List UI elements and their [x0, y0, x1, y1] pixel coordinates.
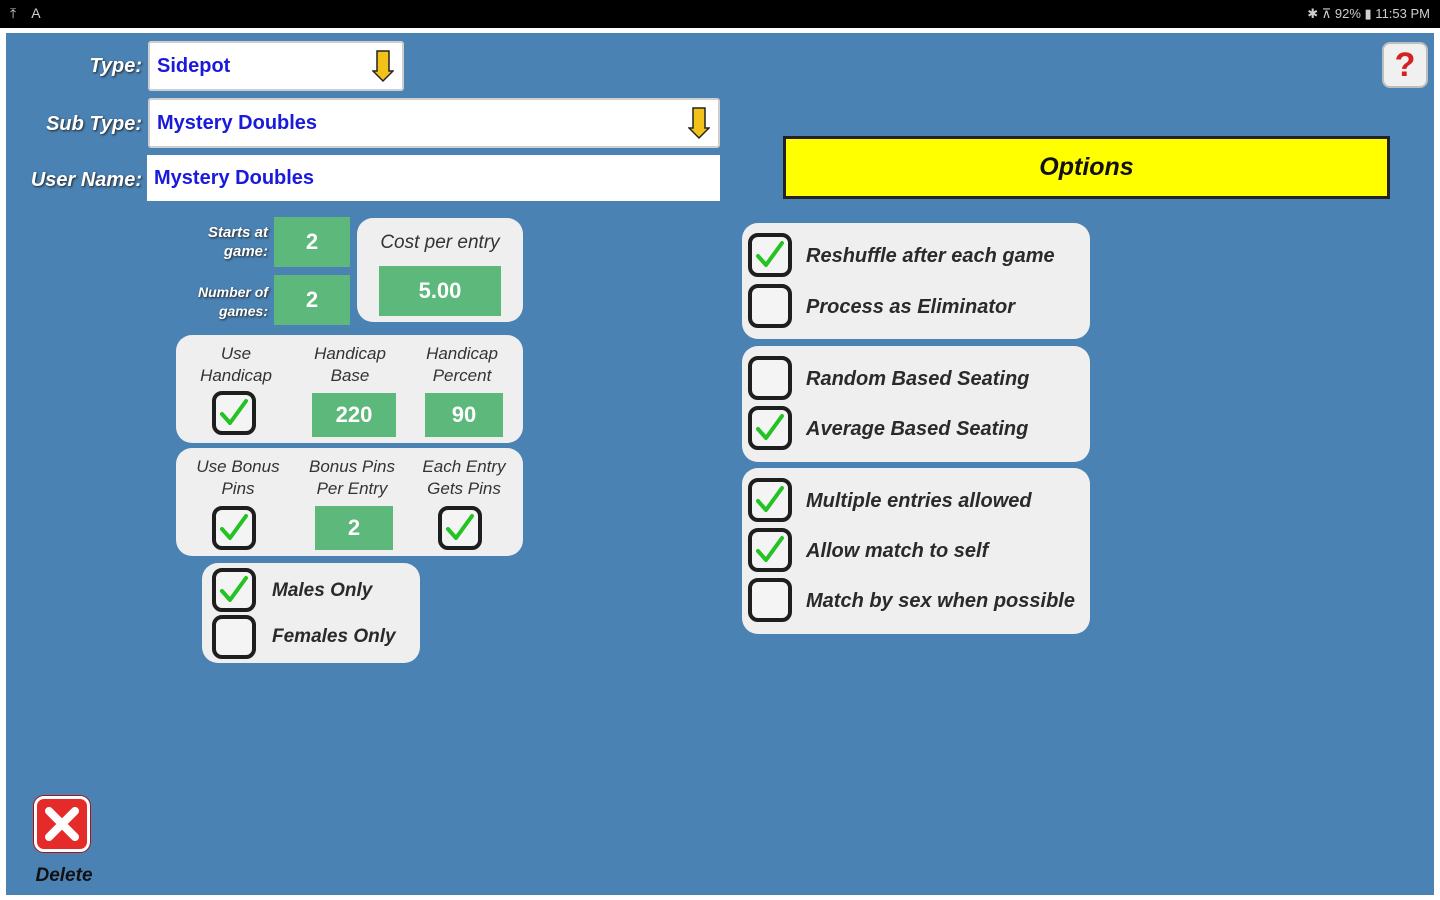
match-to-self-checkbox[interactable]	[748, 528, 792, 572]
username-value: Mystery Doubles	[154, 166, 315, 189]
average-seating-checkbox[interactable]	[748, 406, 792, 450]
reshuffle-label: Reshuffle after each game	[806, 245, 1055, 267]
number-of-games-value[interactable]: 2	[274, 275, 350, 325]
females-only-label: Females Only	[272, 626, 396, 647]
status-right-info: ✱ ⊼ 92% ▮ 11:53 PM	[1307, 6, 1430, 21]
delete-label: Delete	[35, 865, 93, 886]
handicap-percent-value[interactable]: 90	[425, 393, 503, 437]
type-label: Type:	[89, 55, 142, 77]
handicap-percent-label: Handicap Percent	[426, 344, 498, 385]
multiple-entries-checkbox[interactable]	[748, 478, 792, 522]
help-button[interactable]: ?	[1382, 42, 1428, 88]
status-left-icons: ⤒ A	[10, 5, 47, 21]
bonus-pins-per-entry-label: Bonus Pins Per Entry	[309, 457, 395, 498]
options-panel-seating: Random Based Seating Average Based Seati…	[742, 346, 1090, 462]
options-panel-matching: Multiple entries allowed Allow match to …	[742, 468, 1090, 634]
handicap-base-label: Handicap Base	[314, 344, 386, 385]
subtype-label: Sub Type:	[46, 113, 142, 135]
check-mark-icon	[220, 399, 248, 425]
cost-per-entry-value[interactable]: 5.00	[379, 266, 501, 316]
cost-panel: Cost per entry 5.00	[357, 218, 523, 322]
match-by-sex-checkbox[interactable]	[748, 578, 792, 622]
bonus-pins-panel: Use Bonus Pins Bonus Pins Per Entry 2 Ea…	[176, 448, 523, 556]
random-seating-checkbox[interactable]	[748, 356, 792, 400]
use-handicap-label: Use Handicap	[200, 344, 272, 385]
check-mark-icon	[756, 536, 784, 562]
username-input[interactable]: Mystery Doubles	[147, 155, 720, 201]
dropdown-arrow-icon	[688, 107, 710, 140]
options-banner: Options	[783, 136, 1390, 199]
starts-at-game-label: Starts at game:	[207, 224, 268, 260]
number-of-games-label: Number of games:	[198, 284, 268, 319]
multiple-entries-label: Multiple entries allowed	[806, 490, 1032, 512]
males-only-checkbox[interactable]	[212, 568, 256, 612]
subtype-dropdown[interactable]: Mystery Doubles	[148, 98, 720, 148]
options-panel-shuffle: Reshuffle after each game Process as Eli…	[742, 223, 1090, 339]
check-mark-icon	[220, 514, 248, 540]
starts-at-game-value[interactable]: 2	[274, 217, 350, 267]
eliminator-label: Process as Eliminator	[806, 296, 1015, 318]
handicap-base-value[interactable]: 220	[312, 393, 396, 437]
check-mark-icon	[756, 414, 784, 440]
app-screen: Type: Sidepot Sub Type: Mystery Doubles …	[6, 33, 1434, 895]
type-dropdown[interactable]: Sidepot	[148, 41, 404, 91]
check-mark-icon	[220, 576, 248, 602]
match-by-sex-label: Match by sex when possible	[806, 590, 1075, 612]
use-bonus-pins-label: Use Bonus Pins	[196, 457, 280, 498]
check-mark-icon	[756, 486, 784, 512]
eliminator-checkbox[interactable]	[748, 284, 792, 328]
bonus-pins-per-entry-value[interactable]: 2	[315, 506, 393, 550]
close-icon	[45, 807, 79, 841]
type-value: Sidepot	[157, 54, 231, 77]
check-mark-icon	[446, 514, 474, 540]
match-to-self-label: Allow match to self	[806, 540, 989, 562]
check-mark-icon	[756, 241, 784, 267]
use-handicap-checkbox[interactable]	[212, 391, 256, 435]
subtype-value: Mystery Doubles	[157, 111, 318, 134]
cost-per-entry-label: Cost per entry	[380, 232, 500, 253]
use-bonus-pins-checkbox[interactable]	[212, 506, 256, 550]
dropdown-arrow-icon	[372, 50, 394, 83]
username-label: User Name:	[30, 169, 142, 191]
status-bar: ⤒ A ✱ ⊼ 92% ▮ 11:53 PM	[0, 0, 1440, 28]
random-seating-label: Random Based Seating	[806, 368, 1030, 390]
reshuffle-checkbox[interactable]	[748, 233, 792, 277]
handicap-panel: Use Handicap Handicap Base 220 Handicap …	[176, 335, 523, 443]
delete-button[interactable]	[34, 796, 90, 852]
males-only-label: Males Only	[272, 580, 373, 601]
females-only-checkbox[interactable]	[212, 615, 256, 659]
each-entry-gets-pins-checkbox[interactable]	[438, 506, 482, 550]
gender-panel: Males Only Females Only	[202, 563, 420, 663]
average-seating-label: Average Based Seating	[806, 418, 1029, 440]
each-entry-gets-pins-label: Each Entry Gets Pins	[422, 457, 506, 498]
